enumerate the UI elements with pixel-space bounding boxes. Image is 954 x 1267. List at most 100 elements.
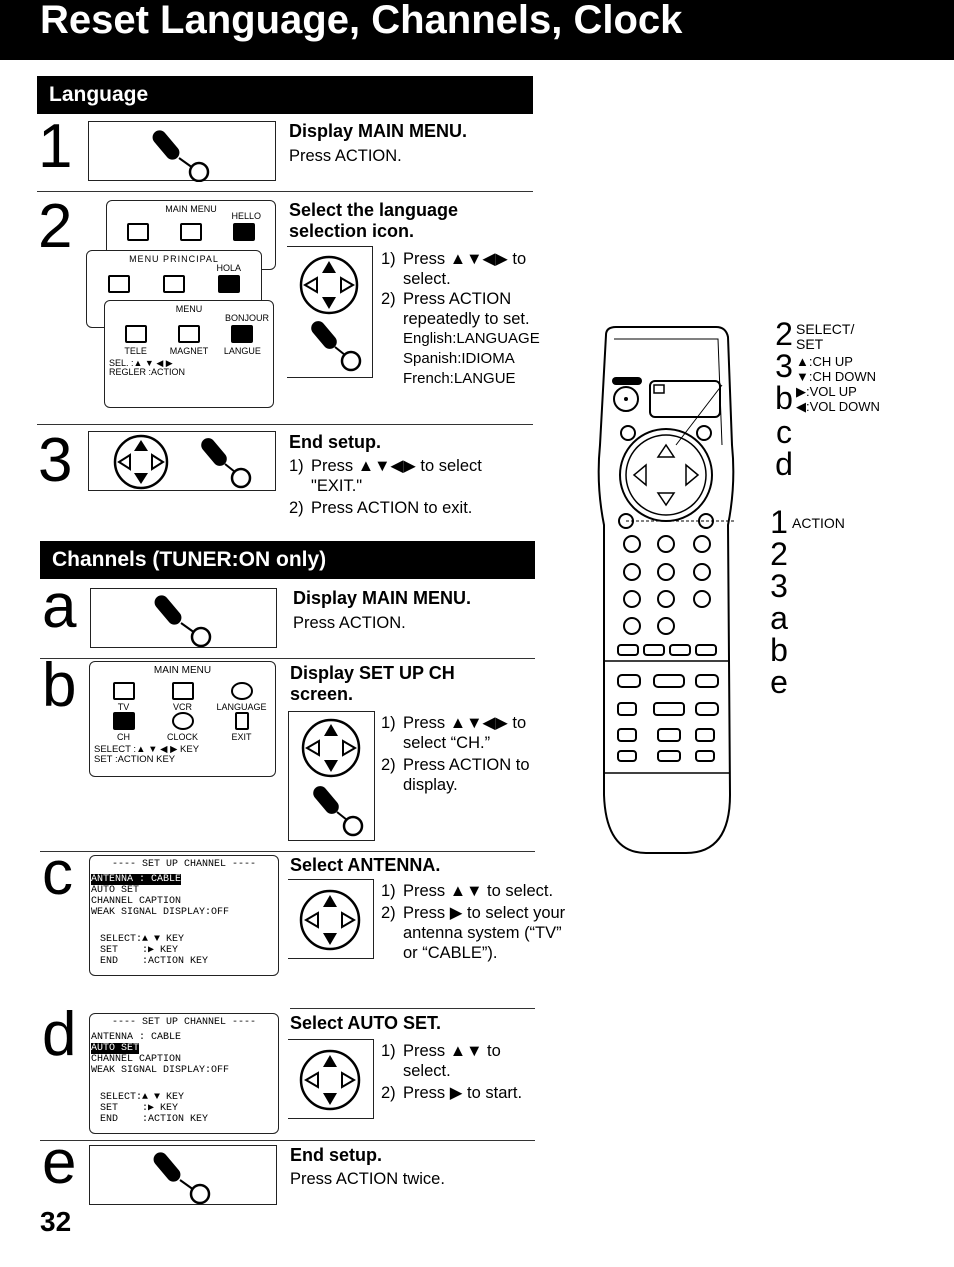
step-number: d xyxy=(42,1000,77,1069)
screen-footer-line: END :ACTION KEY xyxy=(100,956,209,967)
exit-icon xyxy=(234,712,249,730)
clock-icon xyxy=(171,712,194,730)
icon-label: LANGUE xyxy=(223,346,261,356)
step-instructions: 1) Press ▲▼◀▶ to select. 2) Press ACTION r… xyxy=(381,249,561,389)
note: English:LANGUAGE xyxy=(403,330,540,347)
step-heading: End setup. xyxy=(290,1145,383,1165)
divider xyxy=(37,191,533,192)
callout-step: 1 xyxy=(770,504,788,540)
step-heading: Select the language selection icon. xyxy=(289,200,459,241)
step-heading: Display MAIN MENU. xyxy=(289,121,468,141)
main-menu-screen-french: MENU BONJOUR TELE MAGNET LANGUE SEL. :▲ … xyxy=(104,300,274,408)
divider xyxy=(40,658,535,659)
main-menu-screen: MAIN MENU TV VCR LANGUAGE CH CLOCK EXIT … xyxy=(89,661,276,777)
step-instructions: 1) Press ▲▼◀▶ to select “CH.” 2) Press ACT… xyxy=(381,713,541,795)
action-button-illustration xyxy=(88,121,276,183)
setup-channel-screen-auto-set: ---- SET UP CHANNEL ---- ANTENNA : CABLE… xyxy=(89,1013,279,1134)
screen-footer-line: SET :▶ KEY xyxy=(100,945,179,956)
dpad-remote[interactable] xyxy=(619,428,713,522)
vcr-icon xyxy=(179,223,202,241)
mute-small-button[interactable] xyxy=(653,384,665,394)
step-heading: End setup. xyxy=(289,432,382,452)
icon-label: MAGNET xyxy=(169,346,209,356)
mute-button[interactable] xyxy=(620,425,636,441)
action-icon xyxy=(313,786,364,837)
callout-label-action: ACTION xyxy=(792,515,845,531)
dpad-icon xyxy=(299,255,359,315)
callout-step: d xyxy=(775,446,793,482)
dpad-icon xyxy=(299,889,361,951)
callout-key-list: ▲:CH UP ▼:CH DOWN ▶:VOL UP ◀:VOL DOWN xyxy=(796,354,880,414)
tele-icon xyxy=(124,325,147,343)
instruction: Press ACTION to display. xyxy=(403,756,530,794)
action-icon xyxy=(152,130,210,183)
note: French:LANGUE xyxy=(403,370,516,387)
step-instructions: 1) Press ▲▼◀▶ to select "EXIT." 2) Press A… xyxy=(289,456,529,518)
menu-row-channel-caption: CHANNEL CAPTION xyxy=(91,896,182,907)
step-number: c xyxy=(42,839,73,908)
key-label: :VOL DOWN xyxy=(806,399,880,414)
dpad-icon xyxy=(113,434,169,490)
step-heading: Display SET UP CH screen. xyxy=(290,663,455,704)
language-icon xyxy=(230,682,253,700)
divider xyxy=(37,424,533,425)
menu-row-channel-caption: CHANNEL CAPTION xyxy=(91,1054,182,1065)
icon-label: CH xyxy=(117,732,130,742)
divider xyxy=(290,1008,535,1009)
screen-title: ---- SET UP CHANNEL ---- xyxy=(111,1017,257,1028)
screen-title: MAIN MENU xyxy=(153,665,212,676)
step-number: e xyxy=(42,1128,77,1197)
menu-row-auto-set-selected: AUTO SET xyxy=(91,1043,140,1054)
step-text: Press ACTION. xyxy=(293,614,406,632)
menu-row-antenna-selected: ANTENNA : CABLE xyxy=(91,874,182,885)
tv-icon xyxy=(126,223,149,241)
step-number: 3 xyxy=(38,426,73,495)
ch-icon xyxy=(112,712,135,730)
callout-steps-select-set: 2 3 b c d xyxy=(769,318,799,480)
step-number: 2 xyxy=(38,192,73,261)
screen-footer-line: END :ACTION KEY xyxy=(100,1114,209,1125)
icon-label: TV xyxy=(117,702,130,712)
callout-step: 2 xyxy=(770,536,788,572)
action-icon xyxy=(154,595,212,648)
callout-label-select-set: SELECT/ SET xyxy=(796,321,855,352)
icon-label: CLOCK xyxy=(166,732,198,742)
action-icon xyxy=(201,438,252,489)
menu-row-weak-signal: WEAK SIGNAL DISPLAY:OFF xyxy=(91,907,230,918)
callout-step: 3 xyxy=(775,348,793,384)
tv-icon xyxy=(107,275,130,293)
setup-channel-screen-antenna: ---- SET UP CHANNEL ---- ANTENNA : CABLE… xyxy=(89,855,279,976)
step-heading: Select AUTO SET. xyxy=(290,1013,442,1033)
langue-icon xyxy=(231,325,254,343)
left-arrow-icon: ◀ xyxy=(796,399,806,414)
page-title: Reset Language, Channels, Clock xyxy=(0,0,954,60)
divider xyxy=(40,1140,535,1141)
instruction: Press ▲▼ to select. xyxy=(403,1042,501,1080)
step-instructions: 1) Press ▲▼ to select. 2) Press ▶ to selec… xyxy=(381,881,571,963)
right-arrow-icon: ▶ xyxy=(796,384,806,399)
remote-control-illustration xyxy=(596,325,761,860)
r-tune-button[interactable] xyxy=(696,425,712,441)
menu-row-weak-signal: WEAK SIGNAL DISPLAY:OFF xyxy=(91,1065,230,1076)
action-icon xyxy=(153,1152,211,1205)
vcr-icon xyxy=(162,275,185,293)
menu-row-auto-set: AUTO SET xyxy=(91,885,140,896)
callout-step: c xyxy=(776,414,792,450)
callout-steps-action: 1 2 3 a b e xyxy=(764,506,794,698)
section-header-language: Language xyxy=(37,76,533,114)
callout-step: b xyxy=(775,380,793,416)
dpad-illustration xyxy=(288,879,374,959)
step-instructions: 1) Press ▲▼ to select. 2) Press ▶ to start… xyxy=(381,1041,541,1103)
page-number: 32 xyxy=(40,1206,72,1237)
note: Spanish:IDIOMA xyxy=(403,350,515,367)
screen-footer-line: SET :▶ KEY xyxy=(100,1103,179,1114)
callout-step: 3 xyxy=(770,568,788,604)
icon-label: LANGUAGE xyxy=(216,702,267,712)
instruction: Press ▶ to select your antenna system (“… xyxy=(403,904,566,962)
dpad-illustration xyxy=(288,1039,374,1119)
step-number: a xyxy=(42,572,77,641)
action-icon xyxy=(311,321,362,372)
dpad-icon xyxy=(301,718,361,778)
callout-step: b xyxy=(770,632,788,668)
vcr-icon xyxy=(171,682,194,700)
